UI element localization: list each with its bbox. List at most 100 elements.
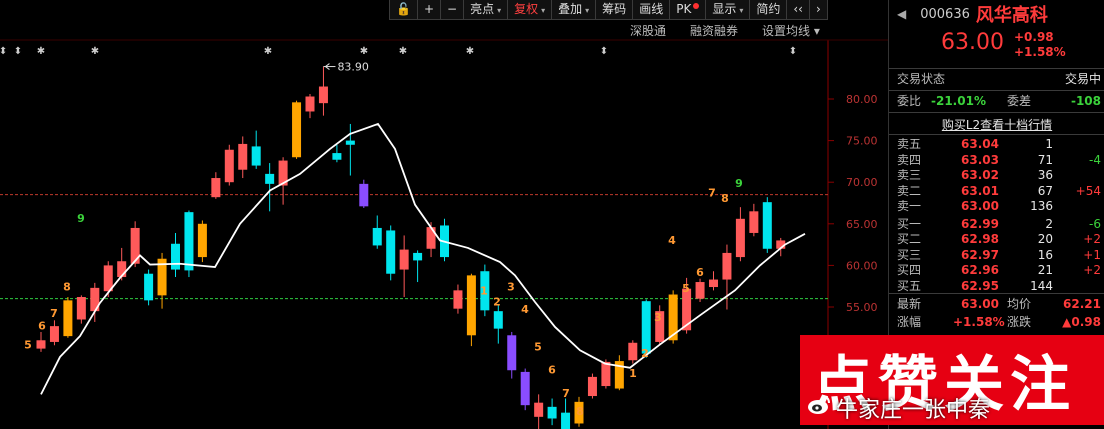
change-row: 涨幅 +1.58% 涨跌 ▲0.98 (897, 315, 1101, 329)
level-label: 买四 (897, 263, 922, 277)
bid-row: 买三 62.97 16 +1 (889, 248, 1104, 263)
level-price: 62.97 (961, 247, 999, 262)
price-change: +0.98 (1013, 30, 1054, 44)
td-count-label: 5 (534, 340, 542, 353)
zd-value: ▲0.98 (1062, 315, 1101, 329)
level-price: 62.95 (961, 278, 999, 293)
td-count-label: 3 (654, 311, 662, 324)
collapse-icon[interactable]: › (808, 0, 828, 20)
level-volume: 21 (1037, 263, 1053, 277)
latest-row: 最新 63.00 均价 62.21 (897, 297, 1101, 311)
candle-body (265, 173, 275, 184)
pk-button[interactable]: PK (669, 0, 707, 20)
ma-settings-link[interactable]: 设置均线 ▾ (762, 22, 820, 39)
level-label: 买五 (897, 278, 922, 293)
ask-row: 卖五 63.04 1 (889, 137, 1104, 152)
bid-row: 买四 62.96 21 +2 (889, 263, 1104, 278)
level-volume: 36 (1037, 168, 1053, 182)
trade-status-row: 交易状态 交易中 (897, 72, 1101, 86)
bid-row: 买二 62.98 20 +2 (889, 232, 1104, 247)
candle-body (587, 376, 597, 397)
ask-row: 卖三 63.02 36 (889, 168, 1104, 183)
ask-row: 卖二 63.01 67 +54 (889, 184, 1104, 199)
td-count-label: 6 (548, 364, 556, 377)
lock-icon[interactable]: 🔓 (389, 0, 418, 20)
candle-body (628, 342, 638, 361)
simple-button[interactable]: 简约 (749, 0, 788, 20)
candle-body (493, 311, 503, 329)
notification-dot-icon (693, 3, 700, 9)
td-count-label: 3 (507, 280, 515, 293)
td-count-label: 6 (38, 319, 46, 332)
moving-average-line (40, 122, 806, 395)
td-count-label: 5 (682, 282, 690, 295)
candle-body (399, 249, 409, 270)
highlight-button[interactable]: 亮点 ▾ (463, 0, 509, 20)
event-marker-icon: ✱ (91, 46, 99, 57)
candle-body (171, 243, 180, 270)
td-count-label: 5 (24, 339, 32, 352)
divider (889, 134, 1104, 135)
weibi-row: 委比 -21.01% 委差 -108 (897, 94, 1101, 108)
chart-toolbar: 🔓 + − 亮点 ▾ 复权 ▾ 叠加 ▾ 筹码 画线 PK 显示 ▾ 简约 ‹‹ › (389, 0, 828, 20)
level-label: 卖一 (897, 199, 922, 213)
fuquan-button[interactable]: 复权 ▾ (507, 0, 553, 20)
prev-stock-icon[interactable]: ◀ (897, 7, 906, 21)
y-tick-label: 55.00 (846, 301, 878, 314)
candle-body (332, 153, 342, 160)
display-button[interactable]: 显示 ▾ (705, 0, 751, 20)
y-tick-label: 60.00 (846, 259, 878, 272)
candle-body (453, 290, 463, 309)
candle-body (695, 282, 705, 299)
weicha-value: -108 (1070, 94, 1101, 108)
weibi-value: -21.01% (931, 94, 986, 108)
kline-chart[interactable]: 80.00 75.00 70.00 65.00 60.00 55.00 ⬍ ⬍ ✱ ✱ ✱ ✱ ✱ ✱ ⬍ ⬍… (0, 0, 888, 429)
shengutong-link[interactable]: 深股通 (630, 22, 666, 39)
watermark-sub-text: 牛家庄一张中秦 (836, 398, 991, 423)
level-volume: 2 (1045, 216, 1053, 231)
level-price: 62.98 (961, 232, 999, 246)
level-volume: 20 (1037, 232, 1053, 246)
ask-row: 卖四 63.03 71 -4 (889, 153, 1104, 168)
divider (889, 68, 1104, 69)
level-delta: +2 (1083, 263, 1101, 277)
price-change-pct: +1.58% (1013, 45, 1066, 59)
ask-row: 卖一 63.00 136 (889, 199, 1104, 214)
candle-body (238, 143, 248, 170)
candle-body (372, 227, 382, 246)
level-volume: 1 (1045, 137, 1053, 151)
chips-button[interactable]: 筹码 (595, 0, 634, 20)
event-marker-icon: ✱ (37, 46, 45, 57)
high-price-label: 83.90 (337, 61, 369, 74)
bid-row: 买一 62.99 2 -6 (889, 217, 1104, 232)
td-count-label: 4 (521, 303, 529, 316)
td-count-label: 1 (480, 285, 488, 298)
td-count-label: 8 (576, 405, 584, 418)
td-count-label: 8 (63, 280, 71, 293)
level-price: 63.02 (961, 168, 999, 182)
y-tick-label: 75.00 (846, 135, 878, 148)
l2-purchase-link[interactable]: 购买L2查看十档行情 (889, 116, 1104, 133)
level-label: 卖三 (897, 168, 922, 182)
td-count-label: 2 (641, 347, 649, 360)
level-delta: -4 (1089, 152, 1101, 167)
candle-body (520, 371, 530, 406)
candle-body (345, 140, 355, 145)
margin-trading-link[interactable]: 融资融券 (690, 22, 738, 39)
td-count-label: 9 (77, 212, 85, 225)
level-delta: +2 (1083, 232, 1101, 246)
candle-body (547, 406, 557, 419)
draw-line-button[interactable]: 画线 (632, 0, 671, 20)
chart-sub-toolbar: 深股通 融资融券 设置均线 ▾ (630, 22, 820, 39)
expand-arrows-icon[interactable]: ‹‹ (786, 0, 810, 20)
bid-row: 买五 62.95 144 (889, 279, 1104, 294)
overlay-button[interactable]: 叠加 ▾ (551, 0, 597, 20)
candle-body (709, 279, 718, 288)
zoom-in-icon[interactable]: + (416, 0, 442, 20)
candle-body (601, 361, 611, 387)
zoom-out-icon[interactable]: − (440, 0, 465, 20)
y-tick-label: 70.00 (846, 176, 878, 189)
level-price: 63.00 (961, 199, 999, 213)
event-marker-icon: ⬍ (0, 46, 7, 57)
td-count-label: 4 (668, 234, 676, 247)
